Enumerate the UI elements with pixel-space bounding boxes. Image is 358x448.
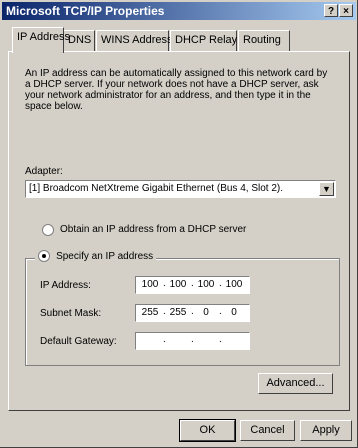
- adapter-value: [1] Broadcom NetXtreme Gigabit Ethernet …: [29, 183, 284, 194]
- tab-wins-address[interactable]: WINS Address: [96, 30, 173, 51]
- apply-button[interactable]: Apply: [300, 420, 352, 441]
- specify-ip-legend: Specify an IP address: [35, 250, 157, 266]
- advanced-button[interactable]: Advanced...: [258, 373, 333, 394]
- default-gateway-label: Default Gateway:: [40, 336, 117, 347]
- ok-button[interactable]: OK: [179, 419, 236, 442]
- tab-ip-address[interactable]: IP Address: [12, 27, 70, 53]
- subnet-mask-label: Subnet Mask:: [40, 308, 102, 319]
- adapter-dropdown[interactable]: [1] Broadcom NetXtreme Gigabit Ethernet …: [25, 180, 336, 198]
- cancel-button[interactable]: Cancel: [240, 420, 295, 441]
- mask-octet-3[interactable]: 0: [194, 307, 218, 318]
- subnet-mask-field[interactable]: 255 . 255 . 0 . 0: [135, 304, 250, 322]
- tcpip-properties-dialog: Microsoft TCP/IP Properties ? × IP Addre…: [0, 0, 358, 448]
- description-text: An IP address can be automatically assig…: [25, 68, 328, 112]
- dhcp-radio-text: Obtain an IP address from a DHCP server: [60, 224, 247, 235]
- ip-octet-4[interactable]: 100: [222, 279, 246, 290]
- close-button[interactable]: ×: [339, 4, 353, 17]
- ip-address-label: IP Address:: [40, 280, 91, 291]
- ip-address-field[interactable]: 100 . 100 . 100 . 100: [135, 276, 250, 294]
- chevron-down-icon[interactable]: ▼: [319, 182, 334, 196]
- tab-label: DNS: [68, 34, 92, 46]
- octet-separator: .: [191, 334, 194, 345]
- mask-octet-4[interactable]: 0: [222, 307, 246, 318]
- octet-separator: .: [163, 334, 166, 345]
- specify-radio[interactable]: [38, 250, 50, 263]
- tab-dhcp-relay[interactable]: DHCP Relay: [170, 30, 237, 51]
- tab-routing[interactable]: Routing: [238, 30, 290, 51]
- window-title: Microsoft TCP/IP Properties: [6, 4, 165, 18]
- specify-radio-label[interactable]: Specify an IP address: [56, 251, 153, 262]
- tab-label: IP Address: [17, 31, 70, 43]
- mask-octet-1[interactable]: 255: [138, 307, 162, 318]
- ip-octet-3[interactable]: 100: [194, 279, 218, 290]
- dhcp-radio[interactable]: [42, 224, 54, 236]
- default-gateway-field[interactable]: . . .: [135, 332, 250, 350]
- radio-selected-dot: [42, 254, 46, 259]
- title-bar[interactable]: Microsoft TCP/IP Properties ? ×: [2, 2, 356, 20]
- tab-label: WINS Address: [101, 34, 173, 46]
- ip-octet-2[interactable]: 100: [166, 279, 190, 290]
- tab-label: Routing: [243, 34, 281, 46]
- tab-label: DHCP Relay: [175, 34, 238, 46]
- dhcp-radio-label[interactable]: Obtain an IP address from a DHCP server: [60, 224, 246, 235]
- octet-separator: .: [219, 334, 222, 345]
- adapter-label: Adapter:: [25, 166, 63, 177]
- mask-octet-2[interactable]: 255: [166, 307, 190, 318]
- ip-octet-1[interactable]: 100: [138, 279, 162, 290]
- help-button[interactable]: ?: [324, 4, 338, 17]
